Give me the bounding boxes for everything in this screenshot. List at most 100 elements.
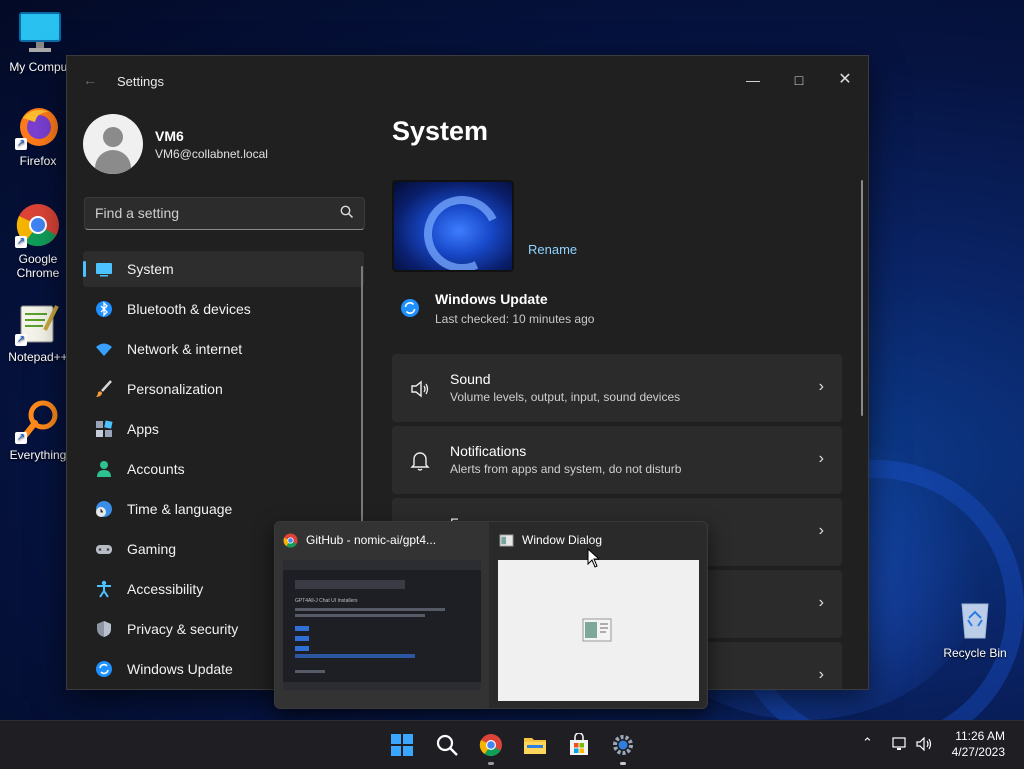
windows-start-icon[interactable] — [390, 733, 414, 757]
close-button[interactable]: ✕ — [822, 64, 868, 96]
update-icon — [96, 661, 112, 677]
windows-update-icon — [401, 299, 419, 317]
desktop-icon-recycle-bin[interactable]: Recycle Bin — [937, 596, 1013, 660]
sidebar-item-network[interactable]: Network & internet — [83, 331, 364, 367]
preview-title: GitHub - nomic-ai/gpt4... — [306, 533, 437, 547]
window-title: Settings — [117, 74, 164, 89]
desktop-icon-label: Google Chrome — [16, 252, 60, 280]
sidebar-item-label: Windows Update — [127, 661, 233, 677]
chevron-right-icon: › — [818, 522, 824, 539]
running-indicator — [488, 762, 494, 765]
desktop-icon-label: Firefox — [19, 154, 57, 168]
desktop-icon-firefox[interactable]: ↗ Firefox — [0, 104, 76, 168]
clock-globe-icon — [96, 501, 112, 517]
sidebar-item-label: Privacy & security — [127, 621, 239, 637]
volume-icon[interactable] — [916, 737, 934, 751]
windows-update-title[interactable]: Windows Update — [435, 291, 548, 307]
card-title: Notifications — [450, 443, 527, 459]
thumb-heading: GPT4All-J Chat UI Installers — [295, 598, 358, 604]
chrome-icon — [283, 533, 298, 548]
chevron-right-icon: › — [818, 594, 824, 611]
preview-item-github[interactable]: GitHub - nomic-ai/gpt4... GPT4All-J Chat… — [275, 522, 489, 708]
card-notifications[interactable]: Notifications Alerts from apps and syste… — [392, 426, 842, 494]
preview-thumbnail-dialog — [498, 560, 699, 701]
network-icon[interactable] — [892, 737, 908, 751]
desktop-icon-everything[interactable]: ↗ Everything — [0, 398, 76, 462]
sidebar-item-label: Network & internet — [127, 341, 243, 357]
chrome-icon: ↗ — [15, 202, 61, 248]
sidebar-item-apps[interactable]: Apps — [83, 411, 364, 447]
search-box[interactable] — [84, 197, 365, 230]
page-title: System — [392, 116, 489, 146]
chevron-right-icon: › — [818, 450, 824, 467]
sidebar-item-system[interactable]: System — [83, 251, 364, 287]
wifi-icon — [96, 343, 112, 356]
file-explorer-icon[interactable] — [523, 733, 547, 757]
sidebar-item-label: Bluetooth & devices — [127, 301, 251, 317]
taskbar: ⌃ 11:26 AM 4/27/2023 — [0, 720, 1024, 769]
card-sound[interactable]: Sound Volume levels, output, input, soun… — [392, 354, 842, 422]
shortcut-arrow-icon: ↗ — [15, 236, 27, 248]
card-title: Sound — [450, 371, 491, 387]
accounts-icon — [97, 461, 111, 477]
brush-icon — [96, 380, 112, 397]
desktop-icon-label: Everything — [9, 448, 67, 462]
search-input[interactable] — [95, 205, 325, 221]
back-arrow-icon[interactable]: ← — [83, 72, 97, 88]
shortcut-arrow-icon: ↗ — [15, 138, 27, 150]
taskbar-preview-popup: GitHub - nomic-ai/gpt4... GPT4All-J Chat… — [274, 521, 708, 709]
title-bar: ← Settings — □ ✕ — [67, 56, 868, 104]
chrome-icon[interactable] — [479, 733, 503, 757]
desktop-icon-label: Recycle Bin — [943, 646, 1007, 660]
system-clock[interactable]: 11:26 AM 4/27/2023 — [952, 728, 1005, 760]
pc-wallpaper-thumbnail — [392, 180, 514, 272]
bell-icon — [410, 452, 430, 471]
everything-icon: ↗ — [15, 398, 61, 444]
desktop-icon-label: Notepad++ — [8, 350, 68, 364]
accessibility-icon — [97, 580, 111, 598]
settings-gear-icon[interactable] — [611, 733, 635, 757]
search-icon[interactable] — [340, 205, 354, 219]
running-indicator — [620, 762, 626, 765]
chevron-up-icon[interactable]: ⌃ — [862, 735, 873, 751]
clock-time: 11:26 AM — [955, 729, 1005, 743]
microsoft-store-icon[interactable] — [567, 733, 591, 757]
notepadpp-icon: ↗ — [15, 300, 61, 346]
firefox-icon: ↗ — [15, 104, 61, 150]
sidebar-item-personalization[interactable]: Personalization — [83, 371, 364, 407]
minimize-button[interactable]: — — [730, 64, 776, 96]
search-icon[interactable] — [435, 733, 459, 757]
content-scrollbar[interactable] — [861, 180, 863, 416]
sidebar-item-label: Gaming — [127, 541, 177, 557]
sidebar-item-label: Apps — [127, 421, 159, 437]
sidebar-item-label: System — [127, 261, 174, 277]
mouse-cursor-icon — [587, 548, 599, 568]
bluetooth-icon — [96, 301, 112, 317]
maximize-button[interactable]: □ — [776, 64, 822, 96]
profile-name: VM6 — [155, 128, 184, 144]
window-dialog-icon — [499, 534, 514, 547]
shield-icon — [97, 621, 111, 637]
monitor-icon — [17, 10, 63, 56]
selected-indicator — [83, 261, 86, 277]
sidebar-item-label: Time & language — [127, 501, 233, 517]
shortcut-arrow-icon: ↗ — [15, 432, 27, 444]
desktop-icon-notepadpp[interactable]: ↗ Notepad++ — [0, 300, 76, 364]
apps-icon — [96, 420, 113, 437]
rename-link[interactable]: Rename — [528, 242, 577, 257]
card-subtitle: Volume levels, output, input, sound devi… — [450, 390, 681, 404]
windows-update-status: Last checked: 10 minutes ago — [435, 312, 595, 326]
sidebar-item-accounts[interactable]: Accounts — [83, 451, 364, 487]
recycle-bin-icon — [952, 596, 998, 642]
clock-date: 4/27/2023 — [951, 745, 1005, 759]
sidebar-item-bluetooth[interactable]: Bluetooth & devices — [83, 291, 364, 327]
chevron-right-icon: › — [818, 666, 824, 683]
sidebar-item-label: Personalization — [127, 381, 223, 397]
speaker-icon — [411, 380, 429, 398]
sidebar-item-label: Accounts — [127, 461, 185, 477]
chevron-right-icon: › — [818, 378, 824, 395]
sidebar-item-label: Accessibility — [127, 581, 204, 597]
avatar[interactable] — [83, 114, 143, 174]
desktop-icon-chrome[interactable]: ↗ Google Chrome — [0, 202, 76, 280]
shortcut-arrow-icon: ↗ — [15, 334, 27, 346]
